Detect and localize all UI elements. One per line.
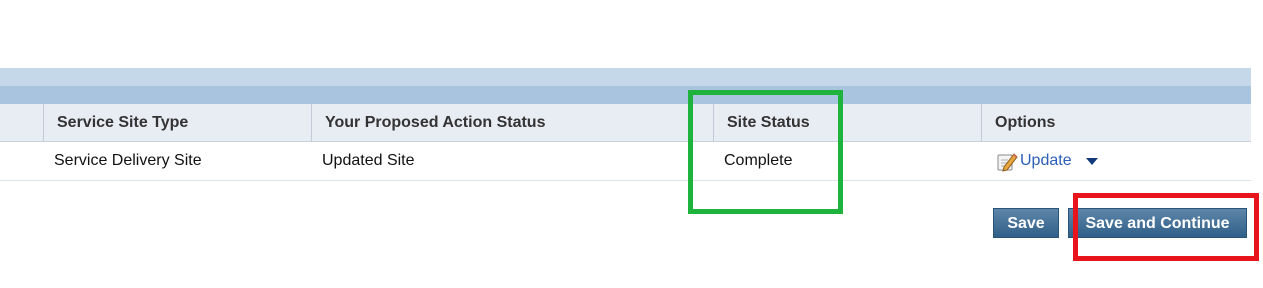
table-header-band-light: [0, 68, 1251, 86]
save-button[interactable]: Save: [993, 208, 1059, 238]
site-table-screen: Service Site Type Your Proposed Action S…: [0, 0, 1263, 288]
cell-site-status: Complete: [724, 152, 793, 169]
cell-proposed-action-status: Updated Site: [322, 152, 415, 169]
column-header-service-site-type[interactable]: Service Site Type: [43, 104, 311, 142]
table-header-band-dark: [0, 86, 1251, 104]
column-header-proposed-action-status[interactable]: Your Proposed Action Status: [311, 104, 713, 142]
cell-service-site-type: Service Delivery Site: [54, 152, 202, 169]
column-header-first: [0, 104, 43, 142]
column-header-options: Options: [981, 104, 1251, 142]
edit-pencil-icon[interactable]: [996, 150, 1018, 172]
table-header-row: Service Site Type Your Proposed Action S…: [0, 104, 1251, 142]
column-header-site-status[interactable]: Site Status: [713, 104, 981, 142]
dropdown-caret-icon[interactable]: [1085, 157, 1098, 165]
save-and-continue-button[interactable]: Save and Continue: [1068, 208, 1247, 238]
row-options: Update: [996, 150, 1098, 172]
update-link[interactable]: Update: [1020, 152, 1072, 170]
